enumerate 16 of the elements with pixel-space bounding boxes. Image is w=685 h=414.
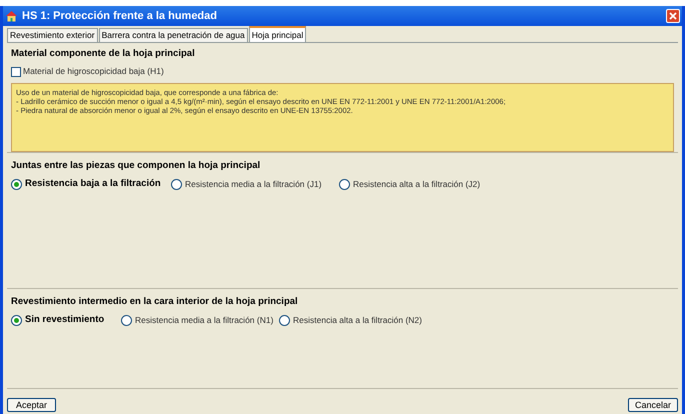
- tab[interactable]: Hoja principal: [248, 26, 306, 42]
- accept-button[interactable]: Aceptar: [7, 398, 56, 412]
- radio-label: Resistencia media a la filtración (J1): [185, 178, 322, 191]
- radio-label: Resistencia baja a la filtración: [25, 177, 161, 192]
- radio-label: Sin revestimiento: [25, 313, 104, 328]
- checkbox-label: Material de higroscopicidad baja (H1): [23, 65, 164, 78]
- radio-label: Resistencia media a la filtración (N1): [135, 314, 274, 327]
- cancel-button[interactable]: Cancelar: [628, 398, 678, 412]
- tab[interactable]: Revestimiento exterior: [7, 28, 98, 42]
- tab[interactable]: Barrera contra la penetración de agua: [98, 28, 248, 42]
- section-heading: Material componente de la hoja principal: [11, 47, 196, 61]
- section-heading: Revestimiento intermedio en la cara interior de la hoja principal: [11, 295, 299, 309]
- window-title: HS 1: Protección frente a la humedad: [22, 8, 218, 24]
- radio-label: Resistencia alta a la filtración (J2): [353, 178, 480, 191]
- section-heading: Juntas entre las piezas que componen la hoja principal: [11, 159, 262, 173]
- radio-label: Resistencia alta a la filtración (N2): [293, 314, 422, 327]
